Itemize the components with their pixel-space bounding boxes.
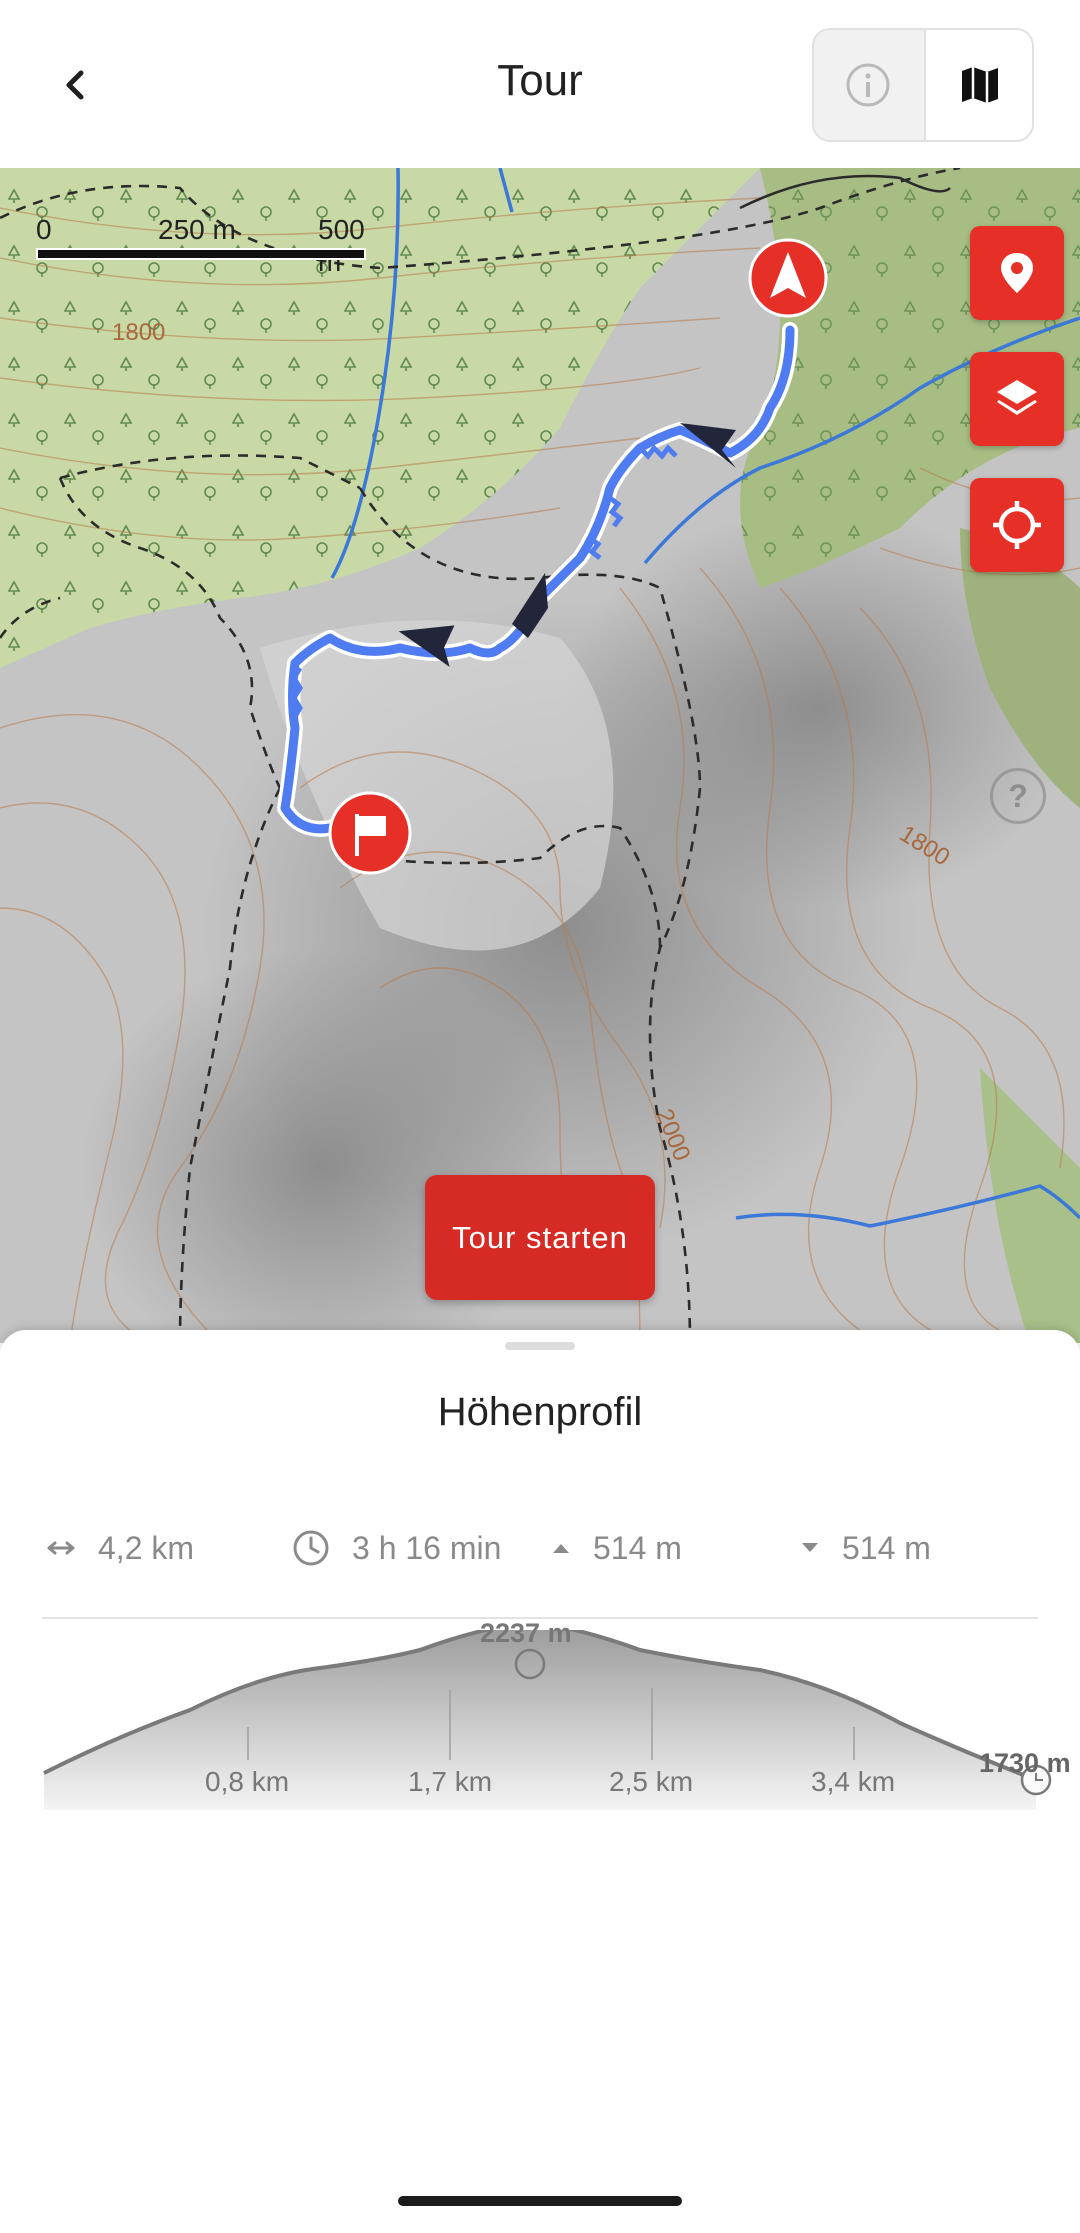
duration-value: 3 h 16 min: [352, 1529, 502, 1566]
info-icon: [846, 63, 890, 107]
sheet-drag-handle[interactable]: [505, 1342, 575, 1350]
help-icon[interactable]: ?: [990, 768, 1046, 824]
map-icon: [962, 67, 998, 103]
descent-icon: [800, 1541, 820, 1555]
profile-tick: 3,4 km: [811, 1766, 896, 1797]
descent-stat: 514 m: [800, 1523, 931, 1573]
info-toggle-button[interactable]: [814, 30, 922, 140]
locate-button[interactable]: [970, 478, 1064, 572]
start-marker[interactable]: [748, 238, 828, 318]
sheet-title: Höhenprofil: [437, 1390, 643, 1434]
descent-value: 514 m: [842, 1529, 931, 1566]
elevation-sheet: Höhenprofil 4,2 km 3 h 16 min 514 m 514 …: [0, 1330, 1080, 2233]
scale-bar-line: [36, 248, 366, 260]
map-canvas: 1800 1800 2000: [0, 168, 1080, 1343]
distance-stat: 4,2 km: [46, 1523, 194, 1573]
profile-max-label: 2237 m: [480, 1618, 572, 1648]
profile-end-label: 1730 m: [979, 1748, 1071, 1778]
profile-tick: 1,7 km: [408, 1766, 493, 1797]
poi-button[interactable]: [970, 226, 1064, 320]
layers-button[interactable]: [970, 352, 1064, 446]
duration-stat: 3 h 16 min: [292, 1523, 501, 1573]
elevation-profile[interactable]: 2237 m 1730 m 0,8 km 1,7 km 2,5 km 3,4 k…: [0, 1618, 1080, 1830]
app-header: Tour: [0, 0, 1080, 168]
ascent-icon: [551, 1541, 571, 1555]
location-pin-icon: [1001, 253, 1033, 293]
scale-label: 500 m: [318, 214, 365, 277]
distance-value: 4,2 km: [98, 1529, 195, 1566]
scale-label: 0: [36, 214, 52, 245]
home-indicator[interactable]: [398, 2196, 682, 2206]
clock-icon: [292, 1529, 330, 1567]
ascent-value: 514 m: [593, 1529, 682, 1566]
distance-icon: [46, 1538, 76, 1558]
topo-map[interactable]: 1800 1800 2000 0 250 m 500 m ? Tour star…: [0, 168, 1080, 1343]
finish-flag-marker[interactable]: [328, 791, 412, 875]
start-tour-button[interactable]: Tour starten: [425, 1175, 655, 1300]
view-toggle: [812, 28, 1034, 142]
profile-tick: 2,5 km: [609, 1766, 694, 1797]
ascent-stat: 514 m: [551, 1523, 682, 1573]
elevation-chart: [43, 1630, 1052, 1810]
profile-tick: 0,8 km: [205, 1766, 290, 1797]
scale-bar: 0 250 m 500 m: [36, 214, 366, 277]
crosshair-icon: [993, 501, 1041, 549]
scale-label: 250 m: [158, 214, 236, 245]
contour-label: 1800: [112, 319, 165, 346]
map-toggle-button[interactable]: [924, 30, 1032, 140]
layers-icon: [997, 380, 1037, 415]
